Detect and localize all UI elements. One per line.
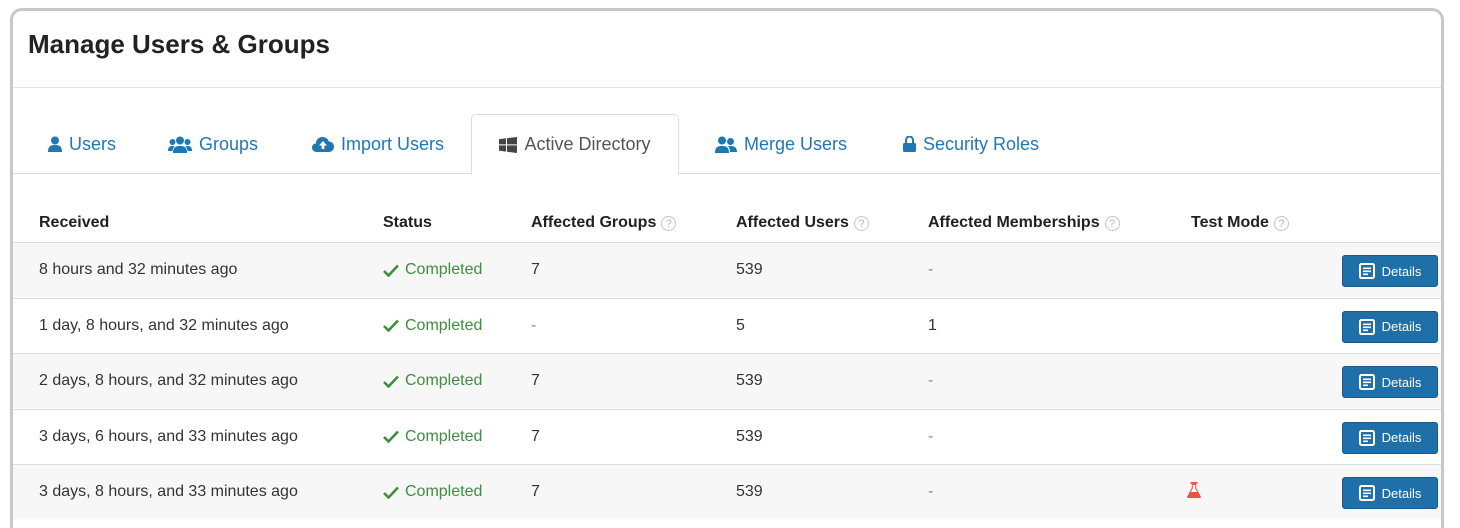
checkmark-icon	[383, 319, 399, 332]
cell-affected-memberships: -	[928, 372, 934, 389]
checkmark-icon	[383, 375, 399, 388]
cell-affected-groups: 7	[531, 372, 540, 389]
cell-received: 2 days, 8 hours, and 32 minutes ago	[39, 372, 298, 389]
help-icon[interactable]: ?	[853, 215, 869, 231]
tab-label: Active Directory	[524, 134, 651, 154]
header-status: Status	[383, 214, 432, 232]
tab-label: Merge Users	[743, 133, 848, 154]
help-icon[interactable]: ?	[661, 215, 677, 231]
tab-import-users[interactable]: Import Users	[298, 114, 458, 174]
cell-received: 8 hours and 32 minutes ago	[39, 261, 238, 278]
tab-active-directory[interactable]: Active Directory	[471, 114, 679, 175]
cloud-upload-icon	[311, 136, 334, 152]
tab-bar: Users Groups Import Users Active Directo…	[13, 88, 1441, 175]
cell-received: 1 day, 8 hours, and 32 minutes ago	[39, 316, 289, 334]
details-button-label: Details	[1381, 263, 1422, 279]
header-label: Status	[383, 214, 432, 231]
tab-label: Security Roles	[922, 133, 1040, 154]
cell-affected-memberships: 1	[928, 316, 937, 334]
cell-status: Completed	[383, 243, 482, 297]
header-affected-users: Affected Users ?	[736, 214, 869, 232]
header-affected-memberships: Affected Memberships ?	[928, 214, 1120, 232]
document-icon	[1358, 374, 1375, 390]
users-group-icon	[167, 136, 192, 153]
details-button[interactable]: Details	[1342, 421, 1438, 454]
windows-icon	[499, 136, 518, 153]
cell-status: Completed	[383, 354, 482, 408]
panel-header: Manage Users & Groups	[13, 11, 1441, 88]
details-button-label: Details	[1381, 319, 1422, 334]
details-button[interactable]: Details	[1342, 366, 1438, 398]
tab-label: Import Users	[340, 133, 445, 154]
status-label: Completed	[405, 372, 483, 389]
status-label: Completed	[405, 316, 483, 334]
sync-history-table: Received Status Affected Groups ? Affect…	[13, 174, 1441, 519]
header-label: Affected Groups	[531, 214, 657, 231]
cell-affected-groups: 7	[531, 483, 540, 500]
tab-users[interactable]: Users	[37, 114, 127, 174]
header-test-mode: Test Mode ?	[1191, 214, 1289, 232]
header-label: Received	[39, 214, 110, 231]
checkmark-icon	[383, 486, 399, 499]
details-button[interactable]: Details	[1342, 310, 1438, 343]
document-icon	[1358, 429, 1375, 446]
table-header: Received Status Affected Groups ? Affect…	[13, 174, 1441, 242]
checkmark-icon	[383, 264, 399, 277]
lock-icon	[902, 136, 916, 152]
table-row: 3 days, 8 hours, and 33 minutes ago 7 539 -…	[13, 464, 1441, 519]
document-icon	[1358, 263, 1375, 279]
help-icon[interactable]: ?	[1104, 215, 1120, 231]
cell-affected-users: 5	[736, 316, 745, 334]
header-label: Test Mode	[1191, 214, 1269, 231]
cell-affected-users: 539	[736, 427, 763, 445]
table-row: 1 day, 8 hours, and 32 minutes ago - 5 1 Com…	[13, 297, 1441, 353]
status-label: Completed	[405, 483, 483, 500]
document-icon	[1358, 318, 1375, 335]
manage-users-panel: Manage Users & Groups Users Groups Impor…	[10, 8, 1444, 528]
tab-label: Groups	[198, 133, 259, 154]
cell-affected-groups: 7	[531, 261, 540, 278]
tab-label: Users	[68, 133, 116, 154]
cell-affected-users: 539	[736, 261, 763, 278]
details-button[interactable]: Details	[1342, 255, 1438, 287]
cell-status: Completed	[383, 465, 482, 519]
tab-groups[interactable]: Groups	[158, 114, 268, 174]
header-label: Affected Memberships	[928, 214, 1100, 231]
header-affected-groups: Affected Groups ?	[531, 214, 677, 232]
help-icon[interactable]: ?	[1273, 215, 1289, 231]
header-label: Affected Users	[736, 214, 849, 231]
table-row: 2 days, 8 hours, and 32 minutes ago 7 539 -…	[13, 353, 1441, 408]
cell-status: Completed	[383, 410, 482, 464]
cell-received: 3 days, 6 hours, and 33 minutes ago	[39, 427, 298, 445]
page-title: Manage Users & Groups	[28, 29, 330, 59]
details-button-label: Details	[1381, 430, 1422, 445]
checkmark-icon	[383, 430, 399, 443]
users-merge-icon	[714, 136, 737, 153]
cell-affected-memberships: -	[928, 261, 934, 278]
cell-affected-groups: 7	[531, 427, 540, 445]
cell-affected-memberships: -	[928, 483, 934, 500]
header-received: Received	[39, 214, 109, 232]
details-button-label: Details	[1381, 374, 1422, 390]
cell-affected-groups: -	[531, 316, 537, 334]
details-button-label: Details	[1381, 485, 1422, 501]
tab-merge-users[interactable]: Merge Users	[701, 114, 861, 174]
status-label: Completed	[405, 427, 483, 445]
flask-icon	[1187, 482, 1201, 498]
table-row: 3 days, 6 hours, and 33 minutes ago 7 539 -…	[13, 408, 1441, 464]
user-icon	[47, 136, 62, 152]
details-button[interactable]: Details	[1342, 477, 1438, 509]
document-icon	[1358, 485, 1375, 501]
cell-received: 3 days, 8 hours, and 33 minutes ago	[39, 483, 298, 500]
status-label: Completed	[405, 261, 483, 278]
cell-status: Completed	[383, 299, 482, 353]
cell-affected-users: 539	[736, 483, 763, 500]
tab-security-roles[interactable]: Security Roles	[891, 114, 1051, 174]
table-row: 8 hours and 32 minutes ago 7 539 - Completed…	[13, 242, 1441, 297]
cell-affected-memberships: -	[928, 427, 934, 445]
cell-affected-users: 539	[736, 372, 763, 389]
